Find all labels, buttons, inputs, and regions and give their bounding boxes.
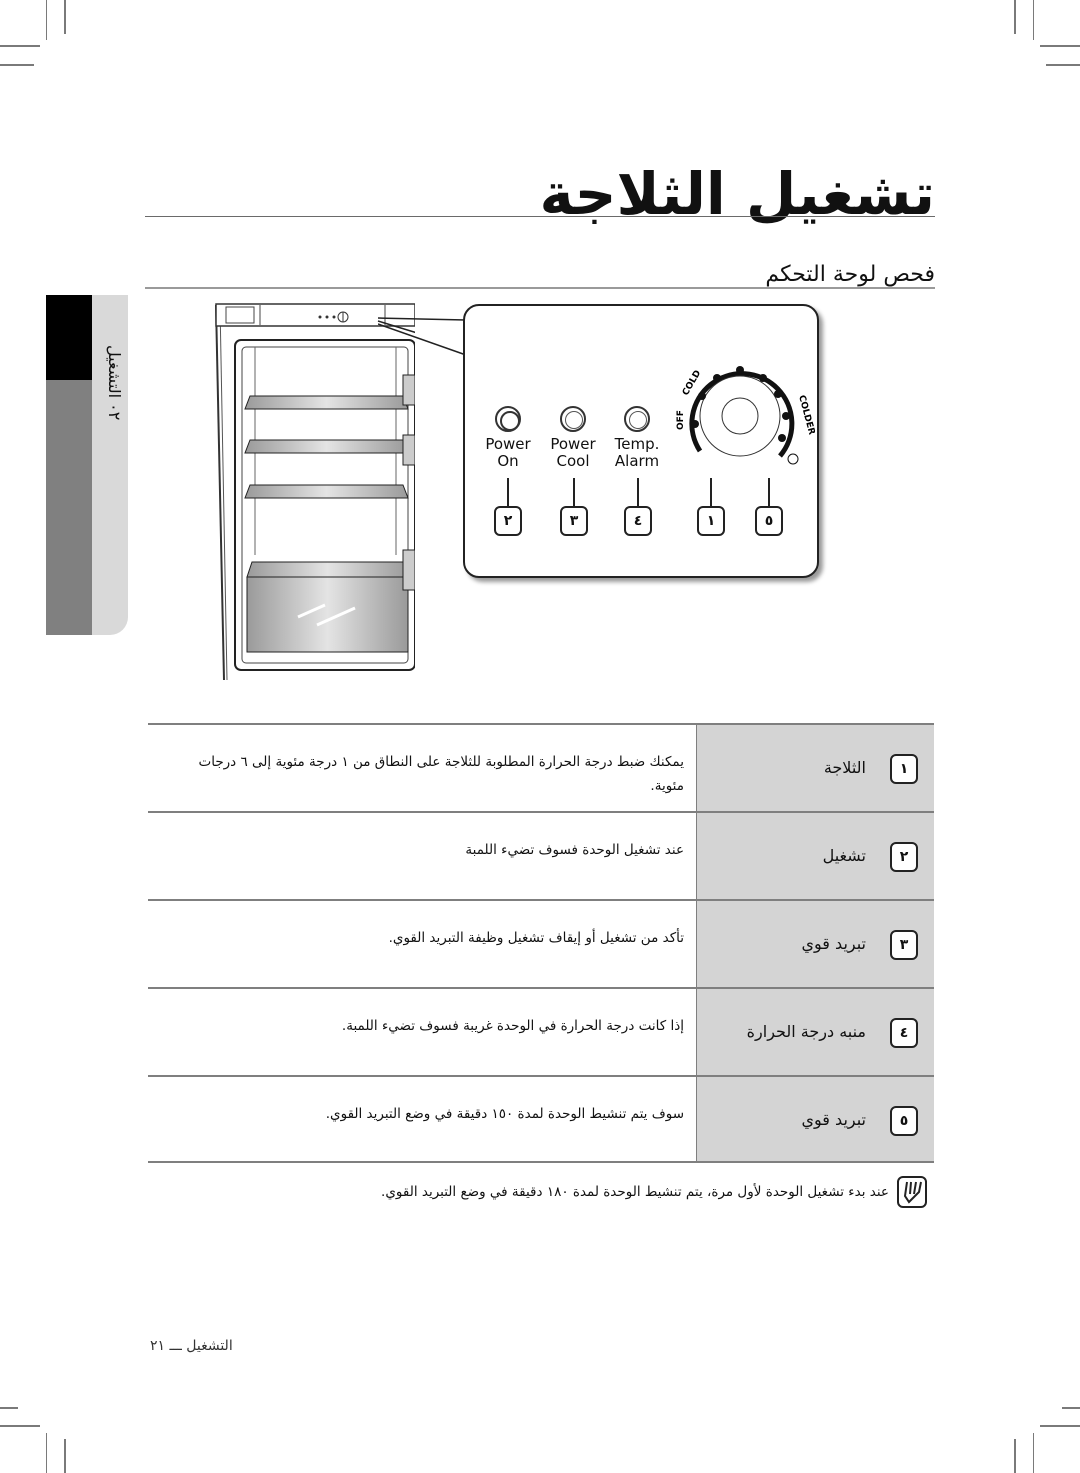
row-description: سوف يتم تنشيط الوحدة لمدة ١٥٠ دقيقة في و… [325, 1106, 684, 1122]
dial-number-badge: ١ [697, 506, 725, 536]
crop-mark [46, 1433, 47, 1473]
dial-colder-label: COLDER [796, 394, 815, 436]
subtitle-divider [145, 287, 935, 289]
leader-line [768, 478, 770, 508]
crop-mark [0, 45, 40, 47]
crop-mark [1014, 1439, 1016, 1473]
leader-line [637, 478, 639, 508]
indicator-number-badge: ٤ [624, 506, 652, 536]
temp-alarm-indicator-light [624, 406, 650, 432]
row-description: تأكد من تشغيل أو إيقاف تشغيل وظيفة التبر… [388, 930, 684, 946]
callout-pointer [378, 317, 467, 356]
indicator-number-badge: ٣ [560, 506, 588, 536]
crop-mark [0, 1425, 40, 1427]
temp-alarm-label: Temp. Alarm [614, 435, 660, 470]
control-panel-callout: Power On ٢ Power Cool ٣ Temp. Alarm ٤ OF… [463, 304, 819, 578]
crop-mark [1033, 0, 1034, 40]
table-row: ٢ تشغيل عند تشغيل الوحدة فسوف تضيء اللمب… [148, 811, 934, 899]
page-footer: التشغيل ـــ ٢١ [150, 1338, 233, 1354]
row-description: إذا كانت درجة الحرارة في الوحدة غريبة فس… [341, 1018, 684, 1034]
table-row: ٤ منبه درجة الحرارة إذا كانت درجة الحرار… [148, 987, 934, 1075]
chapter-tab-label: ٠٢ التشغيل [105, 344, 124, 420]
crop-mark [46, 0, 47, 40]
power-cool-mode-number-badge: ٥ [755, 506, 783, 536]
crop-mark [1062, 1407, 1080, 1409]
indicator-number-badge: ٢ [494, 506, 522, 536]
crop-mark [1040, 45, 1080, 47]
snowflake-drop-icon [787, 453, 799, 465]
page-title: تشغيل الثلاجة [539, 160, 935, 228]
chapter-tab-band [46, 380, 92, 635]
power-cool-indicator-light [560, 406, 586, 432]
crop-mark [0, 1407, 18, 1409]
crop-mark [64, 0, 66, 34]
row-description: يمكنك ضبط درجة الحرارة المطلوبة للثلاجة … [198, 754, 685, 794]
title-divider [145, 216, 935, 217]
power-on-label: Power On [485, 435, 531, 470]
control-description-table: ١ الثلاجة يمكنك ضبط درجة الحرارة المطلوب… [148, 723, 934, 1163]
power-on-indicator-light [495, 406, 521, 432]
section-subtitle: فحص لوحة التحكم [765, 262, 935, 287]
row-number-badge: ٣ [890, 930, 918, 960]
row-number-badge: ٢ [890, 842, 918, 872]
row-label: تبريد قوي [801, 1110, 866, 1129]
temperature-dial[interactable]: OFF COLD COLDER [665, 356, 815, 476]
row-number-badge: ١ [890, 754, 918, 784]
table-row: ٥ تبريد قوي سوف يتم تنشيط الوحدة لمدة ١٥… [148, 1075, 934, 1163]
crop-mark [1033, 1433, 1034, 1473]
row-label: منبه درجة الحرارة [746, 1022, 866, 1041]
table-row: ٣ تبريد قوي تأكد من تشغيل أو إيقاف تشغيل… [148, 899, 934, 987]
note-pencil-icon [897, 1176, 927, 1208]
dial-off-label: OFF [676, 410, 686, 430]
power-cool-label: Power Cool [550, 435, 596, 470]
leader-line [507, 478, 509, 508]
table-row: ١ الثلاجة يمكنك ضبط درجة الحرارة المطلوب… [148, 723, 934, 811]
chapter-tab-marker [46, 295, 92, 380]
row-label: تشغيل [822, 846, 866, 865]
row-label: تبريد قوي [801, 934, 866, 953]
crop-mark [64, 1439, 66, 1473]
note-text: عند بدء تشغيل الوحدة لأول مرة، يتم تنشيط… [381, 1184, 889, 1200]
leader-line [710, 478, 712, 508]
leader-line [573, 478, 575, 508]
crop-mark [0, 64, 34, 66]
row-number-badge: ٥ [890, 1106, 918, 1136]
note: عند بدء تشغيل الوحدة لأول مرة، يتم تنشيط… [381, 1175, 927, 1209]
crop-mark [1040, 1425, 1080, 1427]
row-description: عند تشغيل الوحدة فسوف تضيء اللمبة [465, 842, 684, 858]
row-number-badge: ٤ [890, 1018, 918, 1048]
crop-mark [1014, 0, 1016, 34]
row-label: الثلاجة [823, 758, 866, 777]
crop-mark [1046, 64, 1080, 66]
